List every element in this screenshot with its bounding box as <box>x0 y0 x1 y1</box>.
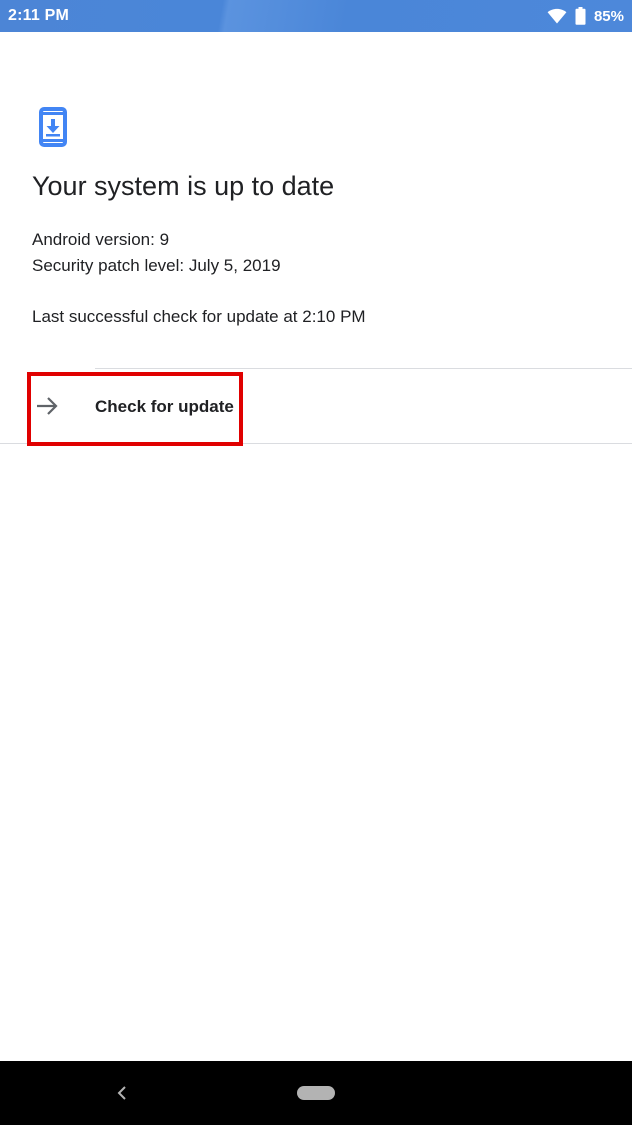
status-bar: 2:11 PM 85% <box>0 0 632 32</box>
home-pill-icon[interactable] <box>297 1086 335 1100</box>
battery-icon <box>575 7 586 25</box>
check-for-update-button[interactable]: Check for update <box>0 369 632 443</box>
status-icons: 85% <box>547 6 624 26</box>
page-title: Your system is up to date <box>32 171 335 201</box>
arrow-right-icon <box>36 396 58 416</box>
security-patch-text: Security patch level: July 5, 2019 <box>32 256 281 275</box>
wifi-icon <box>547 8 567 24</box>
system-update-icon <box>38 106 68 148</box>
divider <box>0 443 632 444</box>
status-time: 2:11 PM <box>8 7 69 24</box>
last-check-text: Last successful check for update at 2:10… <box>32 307 366 326</box>
back-icon[interactable] <box>115 1085 129 1101</box>
android-version-text: Android version: 9 <box>32 230 170 249</box>
navigation-bar <box>0 1061 632 1125</box>
check-for-update-label: Check for update <box>95 397 234 416</box>
battery-percent: 85% <box>593 7 624 25</box>
